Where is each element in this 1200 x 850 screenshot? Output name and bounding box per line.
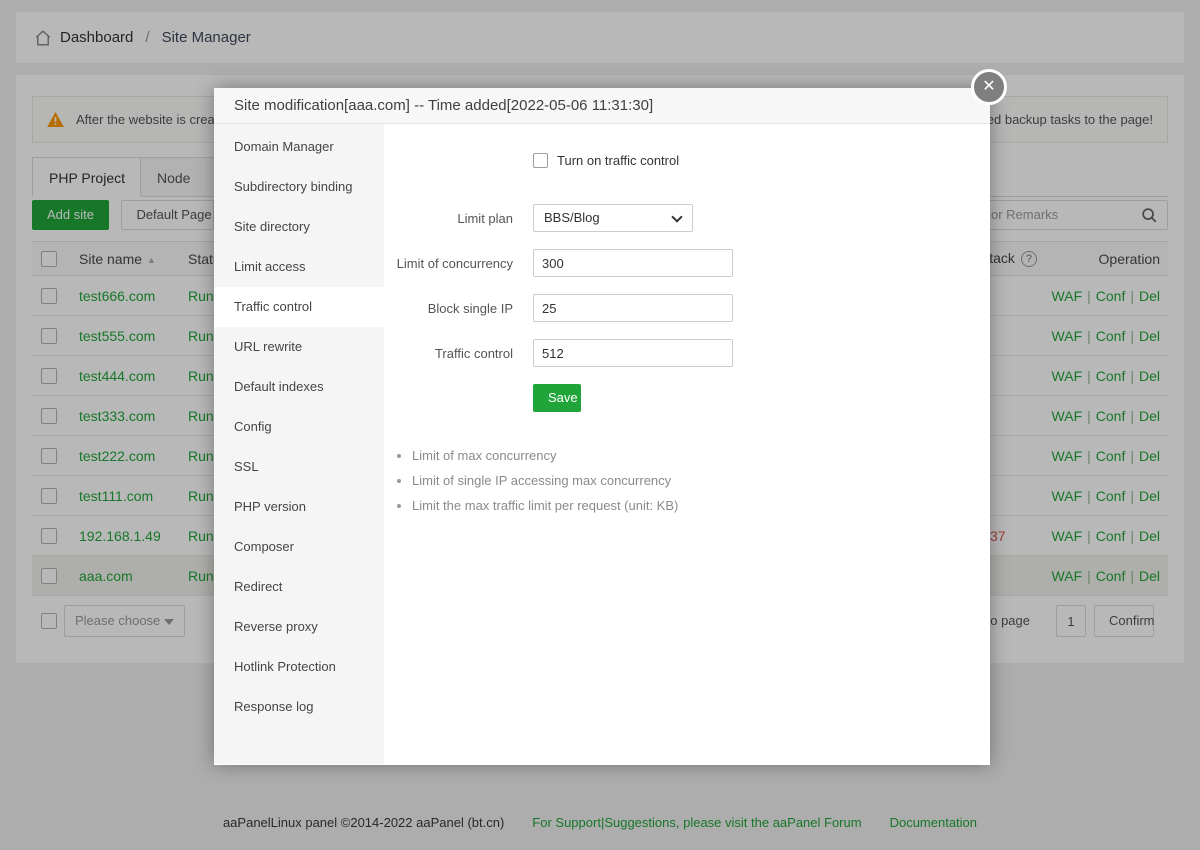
bullet-icon — [397, 479, 401, 483]
block-single-ip-input[interactable] — [533, 294, 733, 322]
modal-sidebar: Domain Manager Subdirectory binding Site… — [214, 124, 384, 764]
modal-tab-composer[interactable]: Composer — [214, 527, 384, 567]
traffic-control-checkbox[interactable] — [533, 153, 548, 168]
modal-tab-domain-manager[interactable]: Domain Manager — [214, 127, 384, 167]
save-button[interactable]: Save — [533, 384, 581, 412]
site-modification-modal: ✕ Site modification[aaa.com] -- Time add… — [214, 88, 990, 765]
modal-tab-site-directory[interactable]: Site directory — [214, 207, 384, 247]
limit-plan-label: Limit plan — [384, 211, 513, 226]
modal-tab-limit-access[interactable]: Limit access — [214, 247, 384, 287]
traffic-control-label: Traffic control — [384, 346, 513, 361]
modal-tab-subdirectory-binding[interactable]: Subdirectory binding — [214, 167, 384, 207]
bullet-icon — [397, 454, 401, 458]
limit-plan-select[interactable]: BBS/Blog — [533, 204, 693, 232]
modal-tab-default-indexes[interactable]: Default indexes — [214, 367, 384, 407]
chevron-down-icon — [671, 211, 682, 222]
traffic-control-panel: Turn on traffic control Limit plan BBS/B… — [384, 124, 990, 764]
modal-tab-php-version[interactable]: PHP version — [214, 487, 384, 527]
modal-tab-ssl[interactable]: SSL — [214, 447, 384, 487]
modal-tab-url-rewrite[interactable]: URL rewrite — [214, 327, 384, 367]
modal-tab-response-log[interactable]: Response log — [214, 687, 384, 727]
modal-tab-traffic-control[interactable]: Traffic control — [214, 287, 384, 327]
modal-tab-hotlink-protection[interactable]: Hotlink Protection — [214, 647, 384, 687]
modal-tab-reverse-proxy[interactable]: Reverse proxy — [214, 607, 384, 647]
concurrency-input[interactable] — [533, 249, 733, 277]
traffic-control-checkbox-label: Turn on traffic control — [557, 153, 679, 168]
modal-tab-config[interactable]: Config — [214, 407, 384, 447]
close-icon[interactable]: ✕ — [971, 69, 1007, 105]
block-single-ip-label: Block single IP — [384, 301, 513, 316]
note-item: Limit of single IP accessing max concurr… — [412, 473, 671, 488]
traffic-notes: Limit of max concurrency Limit of single… — [397, 443, 990, 518]
modal-tab-redirect[interactable]: Redirect — [214, 567, 384, 607]
bullet-icon — [397, 504, 401, 508]
concurrency-label: Limit of concurrency — [384, 256, 513, 271]
note-item: Limit the max traffic limit per request … — [412, 498, 678, 513]
modal-title: Site modification[aaa.com] -- Time added… — [214, 88, 990, 124]
note-item: Limit of max concurrency — [412, 448, 557, 463]
traffic-control-input[interactable] — [533, 339, 733, 367]
